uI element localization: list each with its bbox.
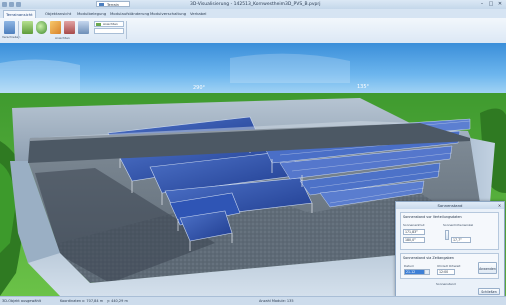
- maximize-button[interactable]: □: [487, 1, 495, 8]
- terrain-view-button[interactable]: [22, 21, 33, 34]
- view-combo[interactable]: Terrain: [96, 1, 130, 7]
- tab-modulbelegung[interactable]: Modulbelegung: [77, 10, 106, 18]
- status-selection: 3D-Objekt ausgewählt: [2, 299, 42, 303]
- cloud: [230, 53, 350, 83]
- view-combo-value: Terrain: [107, 3, 119, 7]
- sun-panel-close-icon[interactable]: ✕: [497, 203, 502, 208]
- top-value-field[interactable]: 171,83°: [403, 229, 425, 235]
- status-y-coordinate: y: 440,29 m: [107, 299, 128, 303]
- time-group-title: Sonnenstand via Zeitangaben: [403, 256, 454, 260]
- distribution-group-title: Sonnenstand vor Verteilungsdaten: [403, 215, 462, 219]
- ribbon-separator-2: [126, 21, 127, 39]
- azimuth-field[interactable]: 180,0°: [403, 237, 425, 243]
- azimuth-label: Sonnenazimut: [403, 223, 425, 227]
- save-icon[interactable]: [9, 2, 14, 7]
- roof-button[interactable]: [50, 21, 61, 34]
- sun-position-panel: Sonnenstand ✕ Sonnenstand vor Verteilung…: [395, 201, 505, 297]
- tab-modulaufstaenderung[interactable]: Modulaufständerung: [110, 10, 149, 18]
- move-button[interactable]: [4, 21, 15, 34]
- app-icon: [2, 2, 7, 7]
- cloud: [0, 59, 80, 96]
- status-coordinates-label: Koordinaten: [60, 299, 82, 303]
- status-x-coordinate: x: 707,84 m: [82, 299, 104, 303]
- terrain-icon: [99, 3, 104, 6]
- compass-label-left: 290°: [193, 85, 206, 91]
- ribbon-group-label: Ansichten: [55, 36, 70, 40]
- tab-modulverschaltung[interactable]: Modulverschaltung: [150, 10, 186, 18]
- date-dropdown-icon[interactable]: ▾: [424, 270, 429, 274]
- distribution-group: Sonnenstand vor Verteilungsdaten Sonnena…: [400, 212, 499, 250]
- apply-button[interactable]: Anwenden: [478, 262, 497, 274]
- undo-icon[interactable]: [16, 2, 21, 7]
- views-small-button[interactable]: Ansichten: [94, 21, 124, 27]
- views-icon: [96, 23, 101, 26]
- elevation-field[interactable]: 17,7°: [451, 237, 471, 243]
- globe-button[interactable]: [36, 21, 47, 34]
- sun-panel-title: Sonnenstand: [396, 202, 504, 209]
- module-button[interactable]: [78, 21, 89, 34]
- minimize-button[interactable]: –: [478, 1, 486, 8]
- views-small-label: Ansichten: [103, 22, 118, 26]
- time-label: Uhrzeit Ortszeit: [437, 264, 461, 268]
- date-field[interactable]: 21.12 ▾: [404, 269, 430, 275]
- tab-objektansicht[interactable]: Objektansicht: [45, 10, 71, 18]
- ribbon-separator: [18, 21, 19, 39]
- status-module-count: Anzahl Module: 135: [259, 299, 294, 303]
- tab-verkabel[interactable]: Verkabel: [190, 10, 206, 18]
- elevation-label: Sonnenhöhenwinkel: [443, 223, 474, 227]
- ribbon: Verschieben Ansichten Ansichten: [0, 18, 506, 44]
- close-button[interactable]: ✕: [496, 1, 504, 8]
- compass-label-right: 135°: [357, 84, 370, 90]
- sun-panel-footer-label: Sonnenstand: [436, 282, 456, 286]
- title-bar: Terrain 3D-Visualisierung - 142513_Kornw…: [0, 0, 506, 9]
- time-field[interactable]: 12:00: [437, 269, 455, 275]
- close-panel-button[interactable]: Schließen: [478, 288, 500, 295]
- window-title: 3D-Visualisierung - 142513_Kornwestheim3…: [190, 2, 321, 7]
- date-label: Datum: [404, 264, 415, 268]
- views-small-button-2[interactable]: [94, 28, 124, 34]
- object-button[interactable]: [64, 21, 75, 34]
- elevation-spinner[interactable]: [445, 230, 449, 240]
- time-group: Sonnenstand via Zeitangaben Datum Uhrzei…: [400, 253, 499, 279]
- date-value: 21.12: [406, 270, 416, 274]
